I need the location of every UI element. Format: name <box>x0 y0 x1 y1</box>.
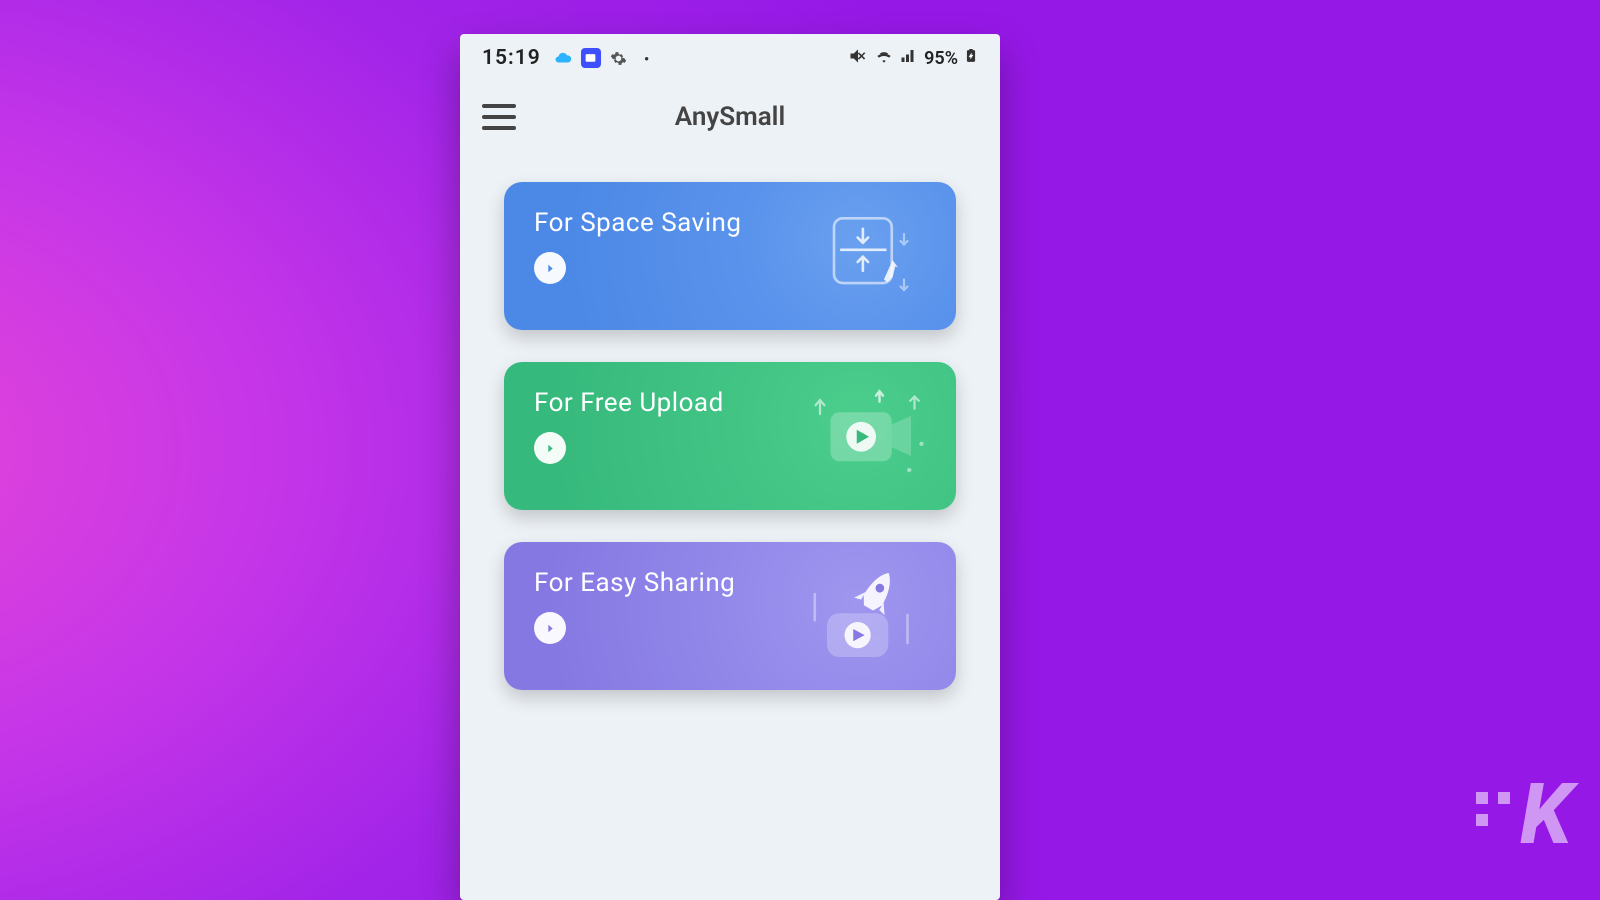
app-title: AnySmall <box>675 102 785 132</box>
share-rocket-icon <box>792 560 932 670</box>
status-bar: 15:19 ● 95% <box>460 34 1000 82</box>
battery-text: 95% <box>924 48 958 69</box>
card-space-saving[interactable]: For Space Saving <box>504 182 956 330</box>
status-left-cluster: 15:19 ● <box>482 46 657 70</box>
cellular-signal-icon <box>900 47 918 70</box>
app-bar: AnySmall <box>460 82 1000 152</box>
chevron-right-icon <box>534 252 566 284</box>
watermark-logo: K <box>1476 765 1572 864</box>
status-right-cluster: 95% <box>848 46 978 71</box>
upload-video-icon <box>792 380 932 490</box>
phone-screen: 15:19 ● 95% <box>460 34 1000 900</box>
card-free-upload[interactable]: For Free Upload <box>504 362 956 510</box>
weather-icon <box>553 48 573 68</box>
status-clock: 15:19 <box>482 46 541 70</box>
chevron-right-icon <box>534 432 566 464</box>
battery-charging-icon <box>964 46 978 71</box>
card-easy-sharing[interactable]: For Easy Sharing <box>504 542 956 690</box>
message-icon <box>581 48 601 68</box>
watermark-letter: K <box>1520 765 1572 864</box>
more-notifications-dot-icon: ● <box>637 48 657 68</box>
mute-icon <box>848 46 868 71</box>
compress-file-icon <box>792 200 932 310</box>
settings-icon <box>609 48 629 68</box>
watermark-dots-icon <box>1476 792 1510 826</box>
wifi-icon <box>874 46 894 71</box>
card-list: For Space Saving For Free Upload <box>460 152 1000 690</box>
chevron-right-icon <box>534 612 566 644</box>
menu-button[interactable] <box>482 104 516 130</box>
